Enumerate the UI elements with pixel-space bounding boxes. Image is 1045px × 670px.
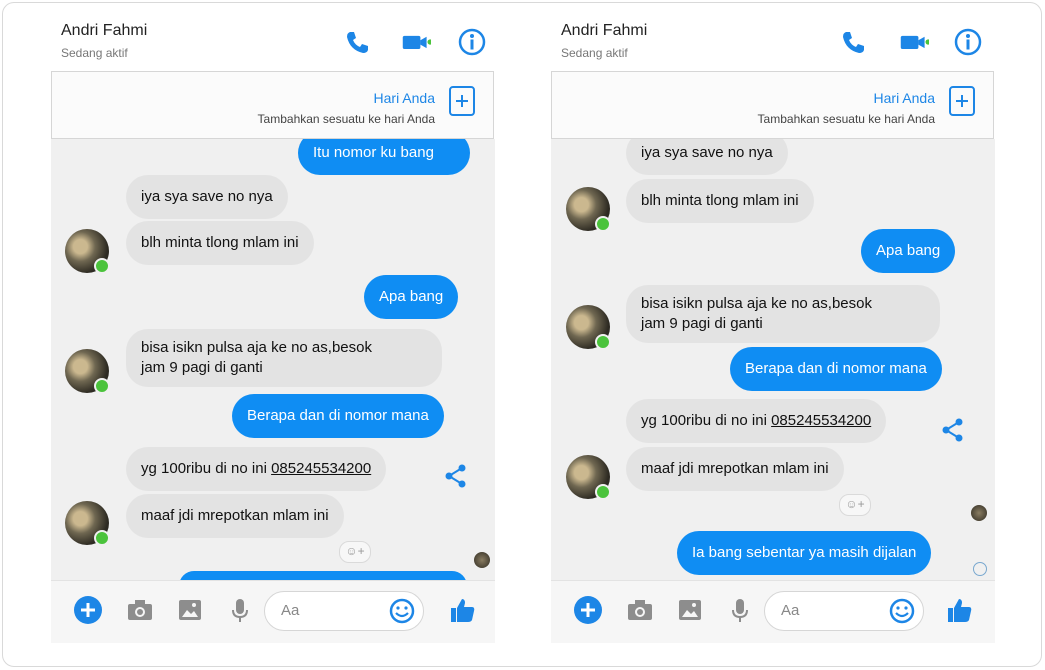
thumbs-up-icon[interactable] xyxy=(447,595,477,625)
phone-number-link[interactable]: 085245534200 xyxy=(271,460,371,477)
image-icon[interactable] xyxy=(175,595,205,625)
message-input-placeholder: Aa xyxy=(781,602,800,619)
avatar[interactable] xyxy=(65,349,110,394)
message-outgoing[interactable]: Ia bang sebentar ya masih dijalan xyxy=(677,531,932,575)
composer-bar: Aa xyxy=(51,580,495,643)
chat-header: Andri Fahmi Sedang aktif xyxy=(551,13,995,69)
share-icon[interactable] xyxy=(940,417,966,443)
message-incoming[interactable]: blh minta tlong mlam ini xyxy=(126,221,314,265)
message-incoming[interactable]: iya sya save no nya xyxy=(626,139,788,175)
thumbs-up-icon[interactable] xyxy=(944,595,974,625)
mic-icon[interactable] xyxy=(225,595,255,625)
emoji-icon[interactable] xyxy=(889,598,915,624)
emoji-icon[interactable] xyxy=(389,598,415,624)
online-indicator xyxy=(94,378,110,394)
message-outgoing-partial[interactable] xyxy=(179,571,467,580)
message-incoming[interactable]: yg 100ribu di no ini 085245534200 xyxy=(626,399,887,443)
online-indicator xyxy=(94,258,110,274)
message-outgoing[interactable]: Itu nomor ku bang xyxy=(298,139,470,175)
online-indicator xyxy=(595,484,611,500)
message-incoming[interactable]: maaf jdi mrepotkan mlam ini xyxy=(626,447,844,491)
phone-number-link[interactable]: 085245534200 xyxy=(771,412,871,429)
message-incoming[interactable]: blh minta tlong mlam ini xyxy=(626,179,814,223)
contact-name[interactable]: Andri Fahmi xyxy=(61,22,147,40)
contact-name[interactable]: Andri Fahmi xyxy=(561,22,647,40)
message-line: jam 9 pagi di ganti xyxy=(141,359,263,376)
avatar[interactable] xyxy=(65,501,110,546)
add-icon[interactable] xyxy=(73,595,103,625)
story-bar[interactable]: Hari Anda Tambahkan sesuatu ke hari Anda xyxy=(51,71,494,139)
message-text: yg 100ribu di no ini xyxy=(141,460,272,477)
read-receipt-avatar xyxy=(971,505,987,521)
camera-icon[interactable] xyxy=(625,595,655,625)
mic-icon[interactable] xyxy=(725,595,755,625)
message-line: jam 9 pagi di ganti xyxy=(641,315,763,332)
avatar[interactable] xyxy=(566,187,611,232)
message-outgoing[interactable]: Berapa dan di nomor mana xyxy=(232,394,444,438)
info-icon[interactable] xyxy=(953,27,983,57)
message-incoming[interactable]: bisa isikn pulsa aja ke no as,besok jam … xyxy=(626,285,940,343)
info-icon[interactable] xyxy=(457,27,487,57)
phone-icon[interactable] xyxy=(839,27,869,57)
message-line: bisa isikn pulsa aja ke no as,besok xyxy=(641,295,872,312)
online-indicator xyxy=(595,334,611,350)
message-outgoing[interactable]: Apa bang xyxy=(861,229,956,273)
message-thread[interactable]: Itu nomor ku bang iya sya save no nya bl… xyxy=(51,139,495,580)
avatar[interactable] xyxy=(566,455,611,500)
phone-icon[interactable] xyxy=(343,27,373,57)
react-icon[interactable]: ☺+ xyxy=(839,494,871,516)
chat-header: Andri Fahmi Sedang aktif xyxy=(51,13,495,69)
camera-icon[interactable] xyxy=(125,595,155,625)
add-icon[interactable] xyxy=(573,595,603,625)
video-call-icon[interactable] xyxy=(401,27,431,57)
image-icon[interactable] xyxy=(675,595,705,625)
contact-status: Sedang aktif xyxy=(561,46,628,60)
contact-status: Sedang aktif xyxy=(61,46,128,60)
add-story-icon[interactable] xyxy=(449,86,475,116)
message-incoming[interactable]: iya sya save no nya xyxy=(126,175,288,219)
message-incoming[interactable]: maaf jdi mrepotkan mlam ini xyxy=(126,494,344,538)
screenshot-card: Andri Fahmi Sedang aktif Hari Anda Tamba… xyxy=(2,2,1042,667)
chat-screen-right: Andri Fahmi Sedang aktif Hari Anda Tamba… xyxy=(551,13,995,643)
add-story-icon[interactable] xyxy=(949,86,975,116)
message-incoming[interactable]: yg 100ribu di no ini 085245534200 xyxy=(126,447,387,491)
seen-icon xyxy=(973,562,987,576)
story-bar[interactable]: Hari Anda Tambahkan sesuatu ke hari Anda xyxy=(551,71,994,139)
message-outgoing[interactable]: Apa bang xyxy=(364,275,459,319)
react-icon[interactable]: ☺+ xyxy=(339,541,371,563)
message-outgoing[interactable]: Berapa dan di nomor mana xyxy=(730,347,942,391)
avatar[interactable] xyxy=(566,305,611,350)
message-incoming[interactable]: bisa isikn pulsa aja ke no as,besok jam … xyxy=(126,329,442,387)
online-indicator xyxy=(94,530,110,546)
story-title: Hari Anda xyxy=(873,90,935,106)
chat-screen-left: Andri Fahmi Sedang aktif Hari Anda Tamba… xyxy=(51,13,495,643)
story-subtitle: Tambahkan sesuatu ke hari Anda xyxy=(257,112,435,126)
video-call-icon[interactable] xyxy=(899,27,929,57)
online-indicator xyxy=(595,216,611,232)
story-subtitle: Tambahkan sesuatu ke hari Anda xyxy=(757,112,935,126)
message-line: bisa isikn pulsa aja ke no as,besok xyxy=(141,339,372,356)
message-text: yg 100ribu di no ini xyxy=(641,412,772,429)
message-thread[interactable]: iya sya save no nya blh minta tlong mlam… xyxy=(551,139,995,580)
avatar[interactable] xyxy=(65,229,110,274)
read-receipt-avatar xyxy=(474,552,490,568)
story-title: Hari Anda xyxy=(373,90,435,106)
composer-bar: Aa xyxy=(551,580,995,643)
share-icon[interactable] xyxy=(443,463,469,489)
message-input-placeholder: Aa xyxy=(281,602,300,619)
